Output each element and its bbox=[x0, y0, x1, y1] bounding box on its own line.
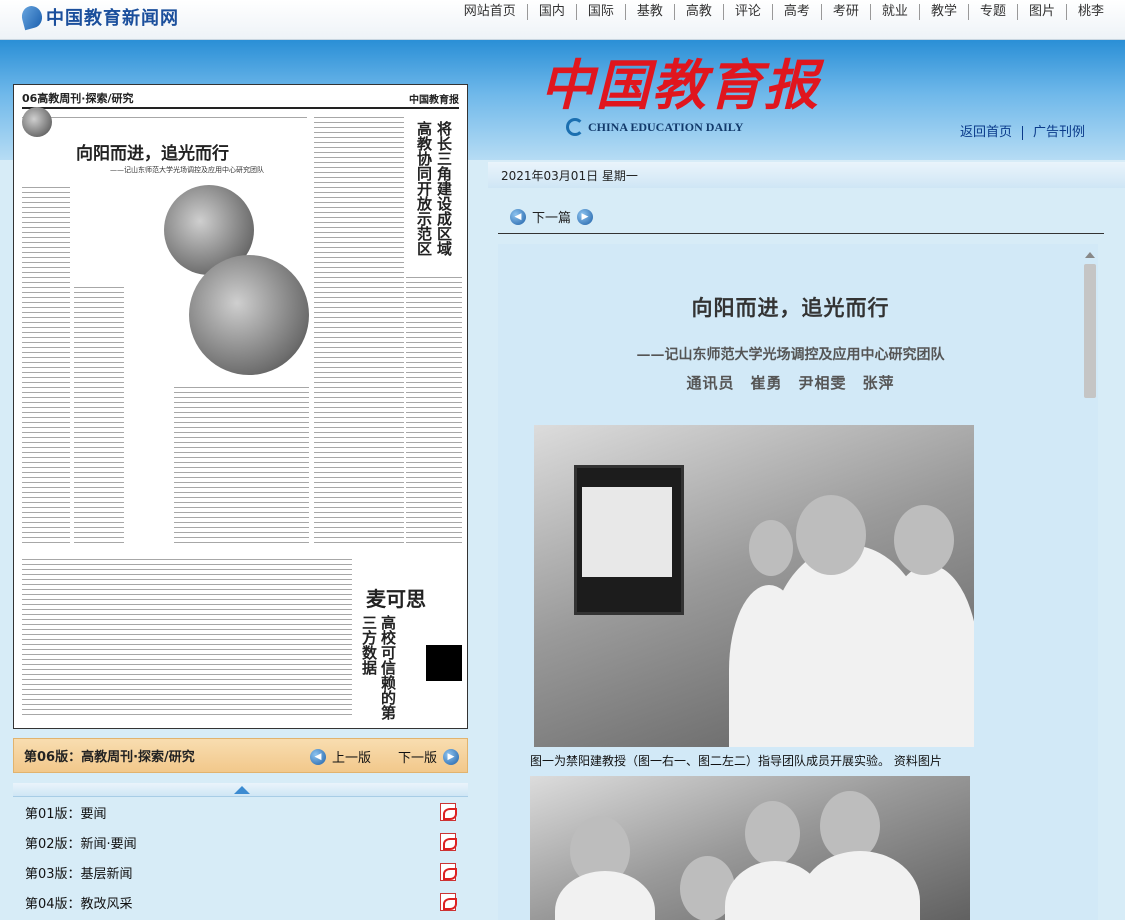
pdf-icon[interactable] bbox=[440, 803, 457, 821]
nav-higher-education[interactable]: 高教 bbox=[673, 4, 723, 20]
masthead-logo: 中国教育报 CHINA EDUCATION DAILY bbox=[540, 54, 820, 136]
photo-person-head bbox=[749, 520, 793, 576]
np-brand: 中国教育报 bbox=[409, 94, 459, 106]
photo-caption: 图一为禁阳建教授（图一右一、图二左二）指导团队成员开展实验。 资料图片 bbox=[530, 754, 942, 768]
article-photo bbox=[530, 776, 970, 920]
arrow-left-icon: ◀ bbox=[310, 748, 326, 765]
arrow-left-icon[interactable]: ◀ bbox=[510, 208, 526, 225]
nav-domestic[interactable]: 国内 bbox=[526, 4, 576, 20]
newspaper-page-image[interactable]: 06高教周刊·探索/研究 中国教育报 向阳而进，追光而行 ——记山东师范大学光场… bbox=[13, 84, 468, 729]
nav-employment[interactable]: 就业 bbox=[869, 4, 919, 20]
edition-list: 第01版：要闻 第02版：新闻·要闻 第03版：基层新闻 第04版：教改风采 bbox=[13, 797, 468, 917]
photo-person bbox=[879, 565, 974, 747]
scroll-up-icon[interactable] bbox=[1085, 252, 1095, 258]
next-page-button[interactable]: 下一版 ▶ bbox=[398, 747, 460, 766]
nav-basic-education[interactable]: 基教 bbox=[624, 4, 674, 20]
photo-person bbox=[729, 585, 809, 747]
np-headline: 向阳而进，追光而行 bbox=[76, 144, 229, 164]
next-page-label: 下一版 bbox=[398, 751, 438, 766]
nav-topics[interactable]: 专题 bbox=[967, 4, 1017, 20]
nav-teaching[interactable]: 教学 bbox=[918, 4, 968, 20]
np-text-column bbox=[174, 385, 309, 545]
edition-item[interactable]: 第04版：教改风采 bbox=[13, 887, 468, 917]
ad-rates-link[interactable]: 广告刊例 bbox=[1021, 126, 1095, 140]
back-home-link[interactable]: 返回首页 bbox=[950, 126, 1022, 140]
pdf-icon[interactable] bbox=[440, 863, 457, 881]
nav-home[interactable]: 网站首页 bbox=[453, 4, 527, 20]
edition-label[interactable]: 第02版：新闻·要闻 bbox=[25, 833, 137, 852]
page-nav-bar: 第06版：高教周刊·探索/研究 ◀ 上一版 下一版 ▶ bbox=[13, 738, 468, 773]
article-title: 向阳而进，追光而行 bbox=[691, 295, 890, 320]
article-author: 通讯员 崔勇 尹相雯 张萍 bbox=[686, 374, 895, 392]
np-photo bbox=[22, 107, 52, 137]
collapse-up-icon bbox=[234, 786, 250, 794]
photo-person-head bbox=[796, 495, 866, 575]
photo-screen bbox=[582, 487, 672, 577]
edition-item[interactable]: 第02版：新闻·要闻 bbox=[13, 827, 468, 857]
np-text-column bbox=[314, 115, 404, 545]
article-scrollbar[interactable] bbox=[1082, 248, 1098, 920]
collapse-toggle[interactable] bbox=[13, 783, 468, 797]
edition-label[interactable]: 第04版：教改风采 bbox=[25, 893, 133, 912]
nav-pictures[interactable]: 图片 bbox=[1016, 4, 1066, 20]
arrow-right-icon[interactable]: ▶ bbox=[577, 208, 594, 225]
prev-page-button[interactable]: ◀ 上一版 bbox=[310, 747, 371, 766]
nav-commentary[interactable]: 评论 bbox=[722, 4, 772, 20]
nav-kaoyan[interactable]: 考研 bbox=[820, 4, 870, 20]
edition-item[interactable]: 第03版：基层新闻 bbox=[13, 857, 468, 887]
nav-gaokao[interactable]: 高考 bbox=[771, 4, 821, 20]
edition-label[interactable]: 第03版：基层新闻 bbox=[25, 863, 133, 882]
current-page-label: 第06版：高教周刊·探索/研究 bbox=[24, 750, 195, 765]
edition-item[interactable]: 第01版：要闻 bbox=[13, 797, 468, 827]
nav-taoli[interactable]: 桃李 bbox=[1065, 4, 1115, 20]
masthead-english: CHINA EDUCATION DAILY bbox=[588, 119, 744, 134]
np-ad-slogan: 高校可信赖的第三方数据 bbox=[360, 615, 397, 720]
site-logo-text: 中国教育新闻网 bbox=[46, 8, 179, 29]
article-photo bbox=[534, 425, 974, 747]
np-photo bbox=[189, 255, 309, 375]
site-logo-icon bbox=[19, 3, 45, 31]
pdf-icon[interactable] bbox=[440, 833, 457, 851]
globe-icon bbox=[566, 118, 584, 136]
top-nav: 网站首页 国内 国际 基教 高教 评论 高考 考研 就业 教学 专题 图片 桃李 bbox=[453, 4, 1115, 20]
prev-page-label: 上一版 bbox=[332, 751, 372, 766]
np-text-column bbox=[406, 275, 462, 545]
article-toolbar: ◀ 下一篇 ▶ bbox=[498, 200, 1104, 234]
arrow-right-icon: ▶ bbox=[443, 748, 460, 765]
photo-person-head bbox=[894, 505, 954, 575]
nav-international[interactable]: 国际 bbox=[575, 4, 625, 20]
header-links: 返回首页 广告刊例 bbox=[950, 126, 1095, 140]
photo-person-head bbox=[745, 801, 800, 866]
np-text-column bbox=[22, 557, 352, 717]
np-text-column bbox=[22, 185, 70, 545]
article-subtitle: ——记山东师范大学光场调控及应用中心研究团队 bbox=[636, 347, 945, 363]
np-subhead: ——记山东师范大学光场调控及应用中心研究团队 bbox=[110, 166, 264, 174]
masthead-title: 中国教育报 bbox=[540, 53, 820, 117]
top-bar: 中国教育新闻网 网站首页 国内 国际 基教 高教 评论 高考 考研 就业 教学 … bbox=[0, 0, 1125, 40]
next-article-link[interactable]: 下一篇 bbox=[532, 207, 571, 226]
qr-code-icon bbox=[426, 645, 462, 681]
np-side-headline: 将长三角建设成区域高教协同开放示范区 bbox=[415, 121, 453, 256]
photo-person bbox=[555, 871, 655, 920]
site-logo[interactable]: 中国教育新闻网 bbox=[19, 3, 179, 31]
pdf-icon[interactable] bbox=[440, 893, 457, 911]
np-ad-title: 麦可思 bbox=[366, 587, 426, 611]
scroll-thumb[interactable] bbox=[1084, 264, 1096, 398]
np-text-column bbox=[74, 285, 124, 545]
photo-person-head bbox=[820, 791, 880, 861]
np-divider bbox=[22, 115, 307, 121]
np-page-label: 06高教周刊·探索/研究 bbox=[22, 92, 134, 105]
photo-person bbox=[800, 851, 920, 920]
edition-label[interactable]: 第01版：要闻 bbox=[25, 803, 107, 822]
article-content: 向阳而进，追光而行 ——记山东师范大学光场调控及应用中心研究团队 通讯员 崔勇 … bbox=[498, 244, 1098, 920]
date-display: 2021年03月01日 星期一 bbox=[488, 162, 1125, 188]
